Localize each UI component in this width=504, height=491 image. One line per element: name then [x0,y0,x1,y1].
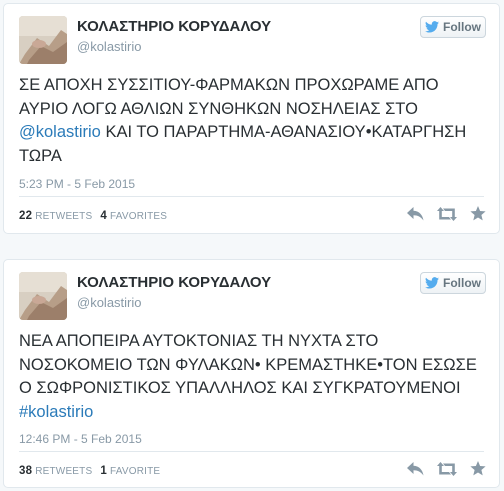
tweet-stats: 22 RETWEETS 4 FAVORITES [19,210,167,222]
follow-label: Follow [443,276,481,290]
tweet-actions [407,461,486,476]
tweet-text-body: ΣΕ ΑΠΟΧΗ ΣΥΣΣΙΤΙΟΥ-ΦΑΡΜΑΚΩΝ ΠΡΟΧΩΡΑΜΕ ΑΠ… [19,76,443,118]
tweet-timestamp[interactable]: 5:23 PM - 5 Feb 2015 [19,177,135,191]
follow-button[interactable]: Follow [420,16,486,38]
reply-icon[interactable] [407,461,424,476]
retweets-count[interactable]: 22 [19,210,32,222]
favorites-count[interactable]: 4 [100,210,107,222]
tweet-card: ΚΟΛΑΣΤΗΡΙΟ ΚΟΡΥΔΑΛΟΥ @kolastirio Follow … [3,259,500,488]
screen-name[interactable]: @kolastirio [77,295,142,310]
twitter-bird-icon [425,277,439,289]
tweet-actions [407,206,486,221]
tweet-text: ΣΕ ΑΠΟΧΗ ΣΥΣΣΙΤΙΟΥ-ΦΑΡΜΑΚΩΝ ΠΡΟΧΩΡΑΜΕ ΑΠ… [19,74,485,168]
tweet-text-body: ΝΕΑ ΑΠΟΠΕΙΡΑ ΑΥΤΟΚΤΟΝΙΑΣ ΤΗ ΝΥΧΤΑ ΣΤΟ ΝΟ… [19,332,482,397]
favorite-star-icon[interactable] [470,461,486,476]
favorites-count[interactable]: 1 [100,465,107,477]
avatar[interactable] [19,272,67,320]
screen-name[interactable]: @kolastirio [77,39,142,54]
follow-button[interactable]: Follow [420,272,486,294]
hashtag-link[interactable]: #kolastirio [19,403,93,421]
follow-label: Follow [443,20,481,34]
reply-icon[interactable] [407,206,424,221]
display-name[interactable]: ΚΟΛΑΣΤΗΡΙΟ ΚΟΡΥΔΑΛΟΥ [77,18,271,35]
tweet-stats: 38 RETWEETS 1 FAVORITE [19,465,160,477]
retweet-icon[interactable] [437,206,457,221]
retweets-count[interactable]: 38 [19,465,32,477]
retweets-label[interactable]: RETWEETS [35,466,92,477]
divider [19,451,484,452]
display-name[interactable]: ΚΟΛΑΣΤΗΡΙΟ ΚΟΡΥΔΑΛΟΥ [77,274,271,291]
divider [19,196,484,197]
twitter-bird-icon [425,21,439,33]
favorites-label[interactable]: FAVORITES [110,211,167,222]
mention-link[interactable]: @kolastirio [19,123,101,141]
favorite-star-icon[interactable] [470,206,486,221]
retweets-label[interactable]: RETWEETS [35,211,92,222]
tweet-card: ΚΟΛΑΣΤΗΡΙΟ ΚΟΡΥΔΑΛΟΥ @kolastirio Follow … [3,3,500,234]
avatar[interactable] [19,16,67,64]
tweet-text: ΝΕΑ ΑΠΟΠΕΙΡΑ ΑΥΤΟΚΤΟΝΙΑΣ ΤΗ ΝΥΧΤΑ ΣΤΟ ΝΟ… [19,330,485,424]
favorites-label[interactable]: FAVORITE [110,466,160,477]
tweet-timestamp[interactable]: 12:46 PM - 5 Feb 2015 [19,432,142,446]
retweet-icon[interactable] [437,461,457,476]
